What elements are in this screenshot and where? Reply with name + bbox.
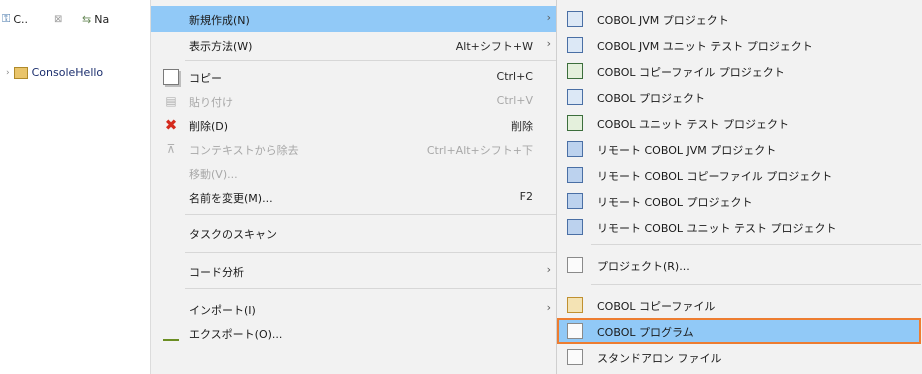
copyfile-project-icon bbox=[567, 63, 583, 79]
menu-item-paste[interactable]: ▤ 貼り付け Ctrl+V bbox=[151, 88, 557, 114]
menu-item-export[interactable]: エクスポート(O)... bbox=[151, 320, 557, 346]
submenu-item-copyfile-project[interactable]: COBOL コピーファイル プロジェクト bbox=[557, 58, 921, 84]
menu-separator bbox=[185, 252, 557, 253]
menu-item-copy[interactable]: コピー Ctrl+C bbox=[151, 64, 557, 90]
submenu-item-cobol-project[interactable]: COBOL プロジェクト bbox=[557, 84, 921, 110]
cobol-program-icon bbox=[567, 323, 583, 339]
menu-item-scan-tasks[interactable]: タスクのスキャン bbox=[151, 220, 557, 246]
chevron-right-icon[interactable]: › bbox=[6, 68, 10, 78]
tab-label: Na bbox=[94, 12, 110, 26]
context-menu: 新規作成(N) › 表示方法(W) Alt+シフト+W › コピー Ctrl+C… bbox=[150, 0, 557, 374]
menu-item-delete[interactable]: ✖ 削除(D) 削除 bbox=[151, 112, 557, 138]
submenu-separator bbox=[591, 284, 921, 285]
menu-separator bbox=[185, 288, 557, 289]
submenu-item-project[interactable]: プロジェクト(R)... bbox=[557, 252, 921, 278]
copy-icon bbox=[163, 69, 179, 85]
menu-separator bbox=[185, 60, 557, 61]
tab-navigator[interactable]: ⇆ Na bbox=[82, 10, 109, 28]
menu-separator bbox=[185, 214, 557, 215]
jvm-unit-test-project-icon bbox=[567, 37, 583, 53]
chevron-right-icon: › bbox=[546, 11, 551, 24]
remote-project-icon bbox=[567, 193, 583, 209]
remote-copyfile-project-icon bbox=[567, 167, 583, 183]
tab-label: C.. bbox=[13, 12, 29, 26]
project-folder-icon bbox=[13, 66, 28, 79]
close-icon[interactable]: ⊠ bbox=[54, 10, 62, 28]
standalone-file-icon bbox=[567, 349, 583, 365]
jvm-project-icon bbox=[567, 11, 583, 27]
remote-unit-test-project-icon bbox=[567, 219, 583, 235]
tab-project-explorer[interactable]: ⚿ C.. bbox=[2, 10, 28, 28]
submenu-item-copyfile[interactable]: COBOL コピーファイル bbox=[557, 292, 921, 318]
project-icon bbox=[567, 257, 583, 273]
delete-icon: ✖ bbox=[164, 116, 178, 134]
submenu-item-unit-test-project[interactable]: COBOL ユニット テスト プロジェクト bbox=[557, 110, 921, 136]
tree-item-label: ConsoleHello bbox=[31, 66, 104, 79]
submenu-item-cobol-jvm-project[interactable]: COBOL JVM プロジェクト bbox=[557, 6, 921, 32]
copyfile-icon bbox=[567, 297, 583, 313]
navigator-icon: ⇆ bbox=[82, 12, 92, 26]
chevron-right-icon: › bbox=[546, 301, 551, 314]
submenu-item-remote-unit-test-project[interactable]: リモート COBOL ユニット テスト プロジェクト bbox=[557, 214, 921, 240]
submenu-item-remote-copyfile-project[interactable]: リモート COBOL コピーファイル プロジェクト bbox=[557, 162, 921, 188]
submenu-item-standalone-file[interactable]: スタンドアロン ファイル bbox=[557, 344, 921, 370]
submenu-item-cobol-jvm-unit-test-project[interactable]: COBOL JVM ユニット テスト プロジェクト bbox=[557, 32, 921, 58]
submenu-item-remote-jvm-project[interactable]: リモート COBOL JVM プロジェクト bbox=[557, 136, 921, 162]
menu-item-code-analysis[interactable]: コード分析 › bbox=[151, 258, 557, 284]
unit-test-project-icon bbox=[567, 115, 583, 131]
paste-icon: ▤ bbox=[165, 94, 177, 108]
menu-item-remove-from-context[interactable]: ⊼ コンテキストから除去 Ctrl+Alt+シフト+下 bbox=[151, 136, 557, 162]
remote-jvm-project-icon bbox=[567, 141, 583, 157]
chevron-right-icon: › bbox=[546, 37, 551, 50]
new-submenu: COBOL JVM プロジェクト COBOL JVM ユニット テスト プロジェ… bbox=[556, 0, 922, 374]
menu-item-show-in[interactable]: 表示方法(W) Alt+シフト+W › bbox=[151, 32, 557, 58]
export-icon bbox=[163, 325, 179, 341]
menu-item-import[interactable]: インポート(I) › bbox=[151, 296, 557, 322]
cobol-project-icon bbox=[567, 89, 583, 105]
menu-item-move[interactable]: 移動(V)... bbox=[151, 160, 557, 186]
submenu-separator bbox=[591, 244, 921, 245]
submenu-item-cobol-program[interactable]: COBOL プログラム bbox=[557, 318, 921, 344]
menu-item-rename[interactable]: 名前を変更(M)... F2 bbox=[151, 184, 557, 210]
tree-item-project[interactable]: › ConsoleHello bbox=[6, 66, 103, 79]
chevron-right-icon: › bbox=[546, 263, 551, 276]
remove-context-icon: ⊼ bbox=[166, 142, 176, 156]
submenu-item-remote-project[interactable]: リモート COBOL プロジェクト bbox=[557, 188, 921, 214]
menu-item-new[interactable]: 新規作成(N) › bbox=[151, 6, 557, 32]
explorer-icon: ⚿ bbox=[2, 12, 11, 25]
view-tab-bar: ⚿ C.. ⊠ ⇆ Na bbox=[0, 0, 150, 38]
